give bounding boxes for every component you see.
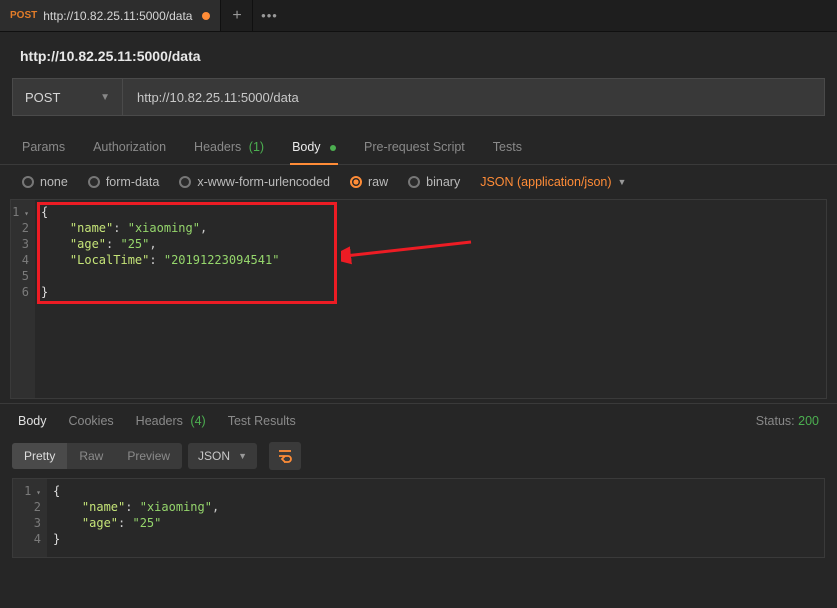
tab-tests[interactable]: Tests <box>491 132 524 164</box>
resp-tab-body[interactable]: Body <box>18 414 47 428</box>
tab-authorization[interactable]: Authorization <box>91 132 168 164</box>
url-input[interactable]: http://10.82.25.11:5000/data <box>122 78 825 116</box>
body-type-row: none form-data x-www-form-urlencoded raw… <box>0 165 837 193</box>
resp-tab-headers[interactable]: Headers (4) <box>136 414 206 428</box>
request-body-editor[interactable]: 1 ▾ 23456 { "name": "xiaoming", "age": "… <box>10 199 827 399</box>
content-type-select[interactable]: JSON (application/json) ▼ <box>480 175 626 189</box>
tab-prerequest[interactable]: Pre-request Script <box>362 132 467 164</box>
radio-icon <box>408 176 420 188</box>
new-tab-button[interactable]: + <box>221 0 253 31</box>
method-select[interactable]: POST ▼ <box>12 78 122 116</box>
tab-bar: POST http://10.82.25.11:5000/data + ••• <box>0 0 837 32</box>
radio-raw[interactable]: raw <box>350 175 388 189</box>
request-subtabs: Params Authorization Headers (1) Body Pr… <box>0 128 837 165</box>
tab-headers[interactable]: Headers (1) <box>192 132 266 164</box>
view-preview[interactable]: Preview <box>115 443 182 469</box>
request-line: POST ▼ http://10.82.25.11:5000/data <box>0 78 837 128</box>
status-indicator: Status: 200 <box>756 414 819 428</box>
radio-icon <box>350 176 362 188</box>
view-pretty[interactable]: Pretty <box>12 443 67 469</box>
tab-url: http://10.82.25.11:5000/data <box>43 9 192 23</box>
tab-body[interactable]: Body <box>290 132 338 164</box>
chevron-down-icon: ▼ <box>100 92 110 103</box>
radio-formdata[interactable]: form-data <box>88 175 160 189</box>
radio-binary[interactable]: binary <box>408 175 460 189</box>
resp-tab-testresults[interactable]: Test Results <box>228 414 296 428</box>
line-gutter: 1 ▾ 23456 <box>11 200 35 398</box>
tab-method: POST <box>10 10 37 21</box>
wrap-lines-button[interactable] <box>269 442 301 470</box>
line-gutter: 1 ▾234 <box>13 479 47 557</box>
radio-xwww[interactable]: x-www-form-urlencoded <box>179 175 330 189</box>
response-format-select[interactable]: JSON ▼ <box>188 443 257 469</box>
body-active-indicator-icon <box>330 145 336 151</box>
unsaved-indicator-icon <box>202 12 210 20</box>
radio-none[interactable]: none <box>22 175 68 189</box>
request-tab[interactable]: POST http://10.82.25.11:5000/data <box>0 0 221 31</box>
view-mode-segment: Pretty Raw Preview <box>12 443 182 469</box>
resp-tab-cookies[interactable]: Cookies <box>69 414 114 428</box>
response-body-editor[interactable]: 1 ▾234 { "name": "xiaoming", "age": "25"… <box>12 478 825 558</box>
code-area[interactable]: { "name": "xiaoming", "age": "25", "Loca… <box>35 200 826 398</box>
radio-icon <box>179 176 191 188</box>
chevron-down-icon: ▼ <box>618 177 627 187</box>
response-view-controls: Pretty Raw Preview JSON ▼ <box>0 434 837 474</box>
radio-icon <box>88 176 100 188</box>
radio-icon <box>22 176 34 188</box>
tab-menu-button[interactable]: ••• <box>253 0 285 31</box>
response-bar: Body Cookies Headers (4) Test Results St… <box>0 403 837 434</box>
chevron-down-icon: ▼ <box>238 451 247 461</box>
method-select-value: POST <box>25 90 60 105</box>
wrap-icon <box>277 449 293 463</box>
url-input-value: http://10.82.25.11:5000/data <box>137 90 299 105</box>
tab-params[interactable]: Params <box>20 132 67 164</box>
view-raw[interactable]: Raw <box>67 443 115 469</box>
page-title: http://10.82.25.11:5000/data <box>0 32 837 78</box>
code-area: { "name": "xiaoming", "age": "25" } <box>47 479 824 557</box>
